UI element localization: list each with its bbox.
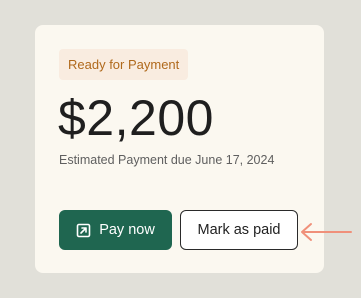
mark-as-paid-label: Mark as paid — [197, 222, 281, 238]
pay-now-button[interactable]: Pay now — [59, 210, 172, 250]
payment-amount: $2,200 — [58, 90, 214, 146]
due-date-text: Estimated Payment due June 17, 2024 — [59, 153, 275, 167]
arrow-left-icon — [301, 223, 352, 241]
external-link-icon — [76, 223, 91, 238]
status-badge: Ready for Payment — [59, 49, 189, 80]
pay-now-label: Pay now — [99, 222, 155, 238]
payment-card: Ready for Payment $2,200 Estimated Payme… — [35, 25, 324, 273]
mark-as-paid-button[interactable]: Mark as paid — [180, 210, 298, 250]
